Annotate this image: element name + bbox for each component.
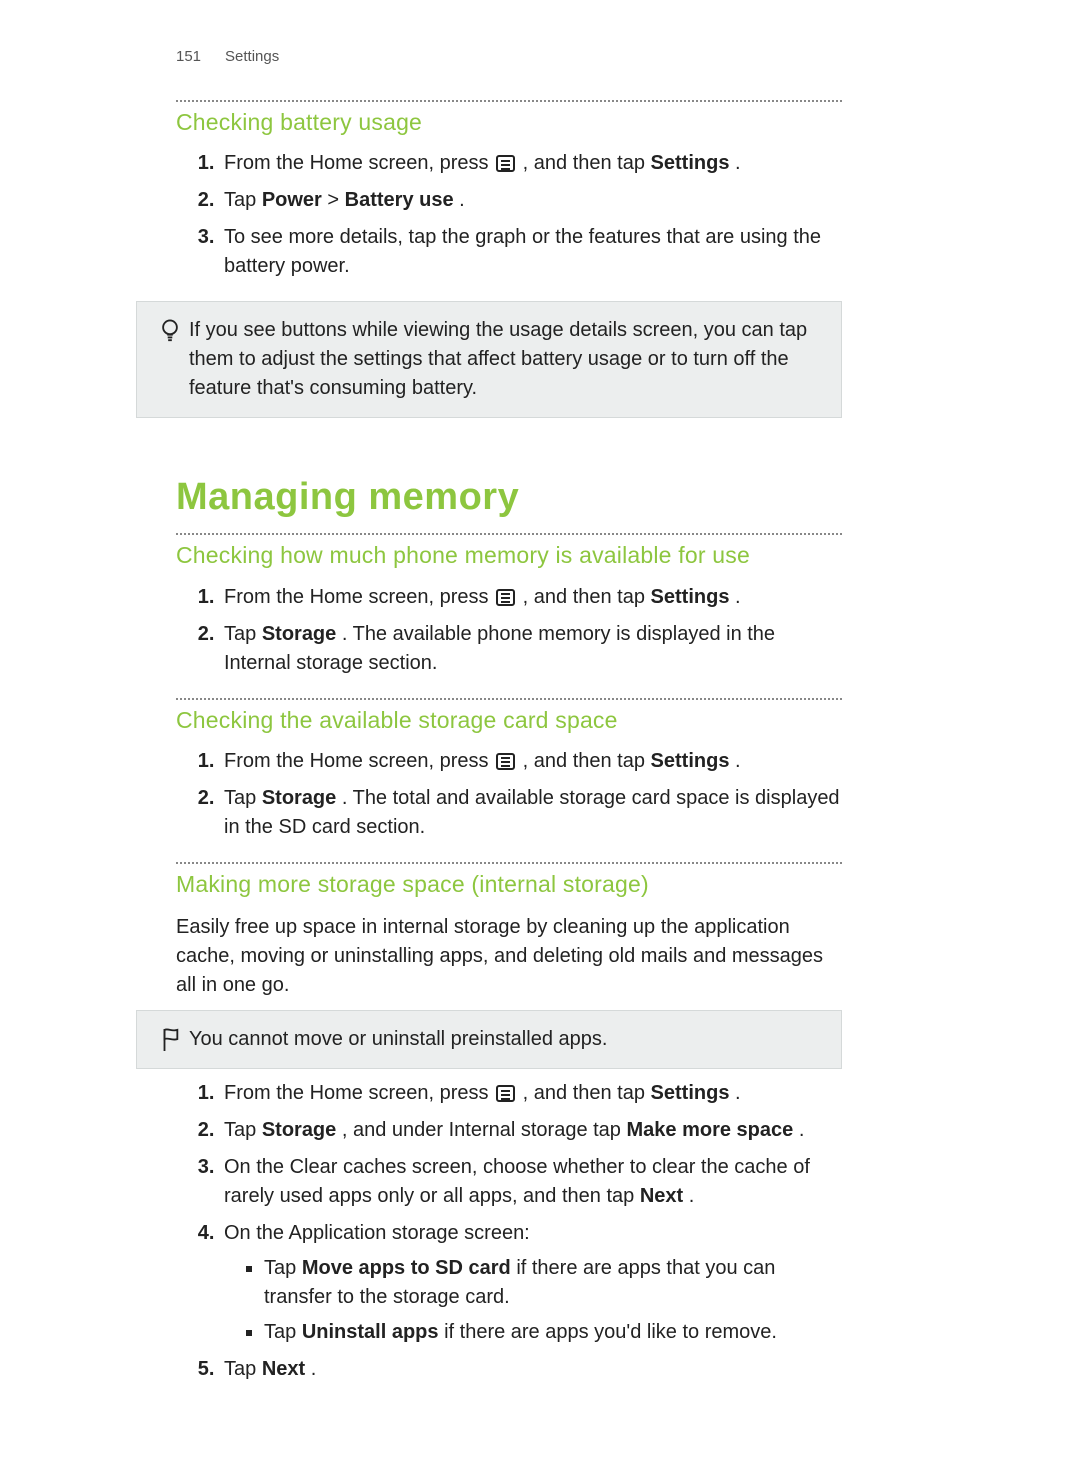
keyword-settings: Settings <box>651 586 730 608</box>
keyword-move-apps: Move apps to SD card <box>302 1257 511 1279</box>
text: To see more details, tap the graph or th… <box>224 226 821 277</box>
menu-icon <box>496 753 515 770</box>
text: , and then tap <box>523 750 651 772</box>
keyword-storage: Storage <box>262 787 336 809</box>
text: From the Home screen, press <box>224 152 494 174</box>
keyword-uninstall-apps: Uninstall apps <box>302 1321 439 1343</box>
flag-icon <box>151 1025 189 1053</box>
keyword-storage: Storage <box>262 623 336 645</box>
substeps: Tap Move apps to SD card if there are ap… <box>224 1254 842 1347</box>
text: . <box>459 189 465 211</box>
step: Tap Next . <box>220 1355 842 1384</box>
text: . <box>799 1119 805 1141</box>
keyword-settings: Settings <box>651 750 730 772</box>
text: , and under Internal storage tap <box>342 1119 627 1141</box>
text: On the Clear caches screen, choose wheth… <box>224 1156 810 1207</box>
subhead-mem-available: Checking how much phone memory is availa… <box>176 539 842 572</box>
keyword-battery-use: Battery use <box>345 189 454 211</box>
steps-battery-usage: From the Home screen, press , and then t… <box>176 149 842 281</box>
page-number: 151 <box>176 46 201 68</box>
subhead-make-space: Making more storage space (internal stor… <box>176 868 842 901</box>
page-header: 151 Settings <box>176 0 842 94</box>
text: . <box>735 750 741 772</box>
page: 151 Settings Checking battery usage From… <box>0 0 1080 1464</box>
header-section: Settings <box>225 46 279 68</box>
keyword-make-more-space: Make more space <box>626 1119 793 1141</box>
text: , and then tap <box>523 152 651 174</box>
keyword-settings: Settings <box>651 1082 730 1104</box>
text: Tap <box>224 623 262 645</box>
text: Tap <box>224 787 262 809</box>
heading-managing-memory: Managing memory <box>176 470 842 525</box>
step: To see more details, tap the graph or th… <box>220 223 842 281</box>
text: . <box>735 586 741 608</box>
menu-icon <box>496 1085 515 1102</box>
note-panel: You cannot move or uninstall preinstalle… <box>136 1010 842 1069</box>
text: . <box>735 152 741 174</box>
menu-icon <box>496 155 515 172</box>
step: Tap Storage . The available phone memory… <box>220 620 842 678</box>
steps-card-space: From the Home screen, press , and then t… <box>176 747 842 842</box>
steps-mem-available: From the Home screen, press , and then t… <box>176 583 842 678</box>
text: On the Application storage screen: <box>224 1222 530 1244</box>
step: Tap Storage . The total and available st… <box>220 784 842 842</box>
text: From the Home screen, press <box>224 586 494 608</box>
steps-make-space: From the Home screen, press , and then t… <box>176 1079 842 1384</box>
substep: Tap Move apps to SD card if there are ap… <box>264 1254 842 1312</box>
text: . <box>311 1358 317 1380</box>
lightbulb-icon <box>151 316 189 344</box>
step: From the Home screen, press , and then t… <box>220 583 842 612</box>
text: if there are apps you'd like to remove. <box>444 1321 777 1343</box>
menu-icon <box>496 589 515 606</box>
intro-make-space: Easily free up space in internal storage… <box>176 913 842 1000</box>
step: On the Clear caches screen, choose wheth… <box>220 1153 842 1211</box>
step: From the Home screen, press , and then t… <box>220 149 842 178</box>
note-text: You cannot move or uninstall preinstalle… <box>189 1025 821 1054</box>
text: Tap <box>224 189 262 211</box>
subhead-card-space: Checking the available storage card spac… <box>176 704 842 737</box>
step: From the Home screen, press , and then t… <box>220 1079 842 1108</box>
text: > <box>327 189 344 211</box>
text: . <box>735 1082 741 1104</box>
text: , and then tap <box>523 586 651 608</box>
text: From the Home screen, press <box>224 1082 494 1104</box>
keyword-next: Next <box>640 1185 683 1207</box>
subhead-battery-usage: Checking battery usage <box>176 106 842 139</box>
step: From the Home screen, press , and then t… <box>220 747 842 776</box>
text: Tap <box>224 1119 262 1141</box>
tip-panel: If you see buttons while viewing the usa… <box>136 301 842 418</box>
substep: Tap Uninstall apps if there are apps you… <box>264 1318 842 1347</box>
text: Tap <box>224 1358 262 1380</box>
keyword-storage: Storage <box>262 1119 336 1141</box>
step: Tap Storage , and under Internal storage… <box>220 1116 842 1145</box>
text: Tap <box>264 1321 302 1343</box>
step: On the Application storage screen: Tap M… <box>220 1219 842 1347</box>
text: Tap <box>264 1257 302 1279</box>
text: , and then tap <box>523 1082 651 1104</box>
keyword-power: Power <box>262 189 322 211</box>
text: . <box>689 1185 695 1207</box>
keyword-settings: Settings <box>651 152 730 174</box>
step: Tap Power > Battery use . <box>220 186 842 215</box>
tip-text: If you see buttons while viewing the usa… <box>189 316 821 403</box>
text: From the Home screen, press <box>224 750 494 772</box>
keyword-next: Next <box>262 1358 305 1380</box>
